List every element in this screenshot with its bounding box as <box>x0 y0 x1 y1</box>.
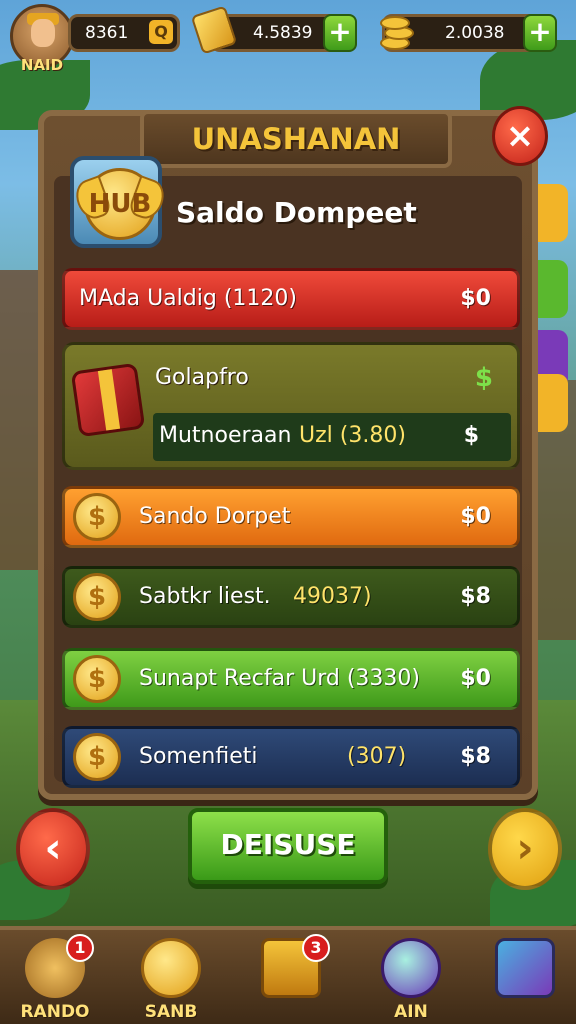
card-sub-label: Mutnoeraan <box>159 423 292 448</box>
card-sub-row[interactable]: Mutnoeraan Uzl (3.80) $ <box>153 413 511 461</box>
nav-item-chest[interactable]: 3 <box>246 934 336 1024</box>
side-tab-coin[interactable] <box>536 184 568 242</box>
wallet-row-red[interactable]: MAda Ualdig (1120) $0 <box>62 268 520 330</box>
coin-icon: $ <box>73 733 121 781</box>
side-tab-gift[interactable] <box>536 260 568 318</box>
notification-badge: 1 <box>66 934 94 962</box>
row-label: Sunapt Recfar Urd (3330) <box>139 666 420 691</box>
row-label: Sabtkr liest. <box>139 584 271 609</box>
nav-label: RANDO <box>20 1002 90 1022</box>
player-name: NAID <box>20 56 64 74</box>
side-tab-coin-2[interactable] <box>536 374 568 432</box>
nav-item-rando[interactable]: 1 RANDO <box>10 934 100 1024</box>
wallet-row-dark-green[interactable]: $ Sabtkr liest. 49037) $8 <box>62 566 520 628</box>
gold-value: 4.5839 <box>253 23 313 43</box>
level-value: 8361 <box>85 23 129 43</box>
gift-box-icon <box>70 362 146 438</box>
row-amount: $0 <box>460 286 491 311</box>
panel-title-plank: UNASHANAN <box>140 110 452 168</box>
gem-icon <box>381 938 441 998</box>
close-button[interactable]: × <box>492 106 548 166</box>
coin-icon <box>141 938 201 998</box>
top-bar: NAID 8361 Q 4.5839 + 2.0038 + <box>0 0 576 74</box>
level-counter: 8361 Q <box>68 14 180 52</box>
row-amount: $0 <box>460 666 491 691</box>
row-label: Sando Dorpet <box>139 504 291 529</box>
row-extra: 49037) <box>293 584 372 609</box>
hub-badge: HUB <box>70 156 169 248</box>
wallet-row-light-green[interactable]: $ Sunapt Recfar Urd (3330) $0 <box>62 648 520 710</box>
row-extra: (307) <box>347 744 407 769</box>
notification-badge: 3 <box>302 934 330 962</box>
wallet-row-blue[interactable]: $ Somenfieti (307) $8 <box>62 726 520 788</box>
next-button[interactable]: › <box>488 808 562 890</box>
wallet-title: Saldo Dompeet <box>176 196 417 229</box>
row-label: MAda Ualdig (1120) <box>79 286 297 311</box>
nav-item-shop[interactable] <box>480 936 570 1024</box>
wallet-panel: UNASHANAN × HUB Saldo Dompeet MAda Ualdi… <box>38 106 548 800</box>
row-amount: $0 <box>460 504 491 529</box>
coin-stack-icon <box>376 10 416 54</box>
nav-item-sanb[interactable]: SANB <box>126 936 216 1024</box>
coins-value: 2.0038 <box>445 23 505 43</box>
row-amount: $8 <box>460 584 491 609</box>
panel-title: UNASHANAN <box>191 122 401 156</box>
face-icon <box>31 19 55 47</box>
previous-button[interactable]: ‹ <box>16 808 90 890</box>
row-label: Somenfieti <box>139 744 258 769</box>
gift-box-icon <box>495 938 555 998</box>
wallet-row-orange[interactable]: $ Sando Dorpet $0 <box>62 486 520 548</box>
hub-label: HUB <box>88 189 152 219</box>
nav-label: AIN <box>394 1002 428 1022</box>
add-coins-button[interactable]: + <box>523 14 557 52</box>
card-sub-amount: $ <box>463 423 479 448</box>
bottom-nav: 1 RANDO SANB 3 AIN <box>0 926 576 1024</box>
coin-icon: $ <box>73 655 121 703</box>
nav-item-ain[interactable]: AIN <box>366 936 456 1024</box>
confirm-button[interactable]: DEISUSE <box>188 808 388 884</box>
row-amount: $8 <box>460 744 491 769</box>
card-title: Golapfro <box>155 365 249 390</box>
coin-icon: $ <box>73 493 121 541</box>
gift-card[interactable]: Golapfro $ Mutnoeraan Uzl (3.80) $ <box>62 342 520 470</box>
hub-coin-icon: HUB <box>71 168 169 240</box>
card-dollar: $ <box>474 363 493 393</box>
card-sub-extra: Uzl (3.80) <box>299 423 406 448</box>
nav-label: SANB <box>144 1002 198 1022</box>
coin-icon: $ <box>73 573 121 621</box>
level-info-button[interactable]: Q <box>149 20 173 44</box>
add-gold-button[interactable]: + <box>323 14 357 52</box>
